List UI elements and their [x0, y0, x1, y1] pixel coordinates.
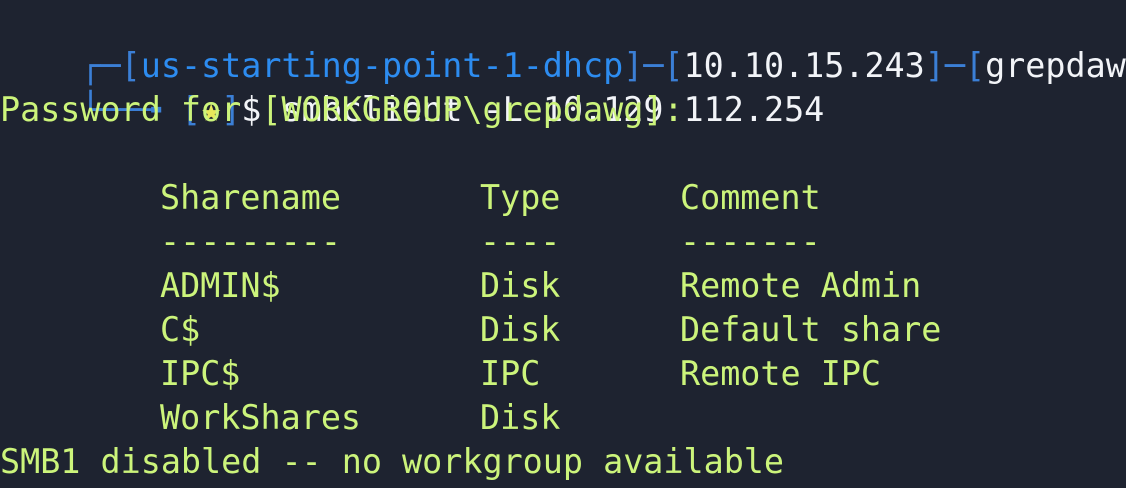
share-comment: Remote Admin	[680, 266, 922, 305]
prompt-line-2: └──╼ [★]$ smbclient -L 10.129.112.254	[0, 44, 824, 129]
share-name: IPC$	[160, 354, 241, 393]
share-type: Disk	[480, 310, 561, 349]
share-name: ADMIN$	[160, 266, 281, 305]
password-prompt: Password for [WORKGROUP\grepdawg]:	[0, 90, 684, 129]
share-name: C$	[160, 310, 201, 349]
terminal-window[interactable]: ┌─[us-starting-point-1-dhcp]─[10.10.15.2…	[0, 0, 1126, 488]
table-row: ADMIN$ Disk Remote Admin	[0, 264, 1126, 308]
share-table-rule: --------- ---- -------	[0, 220, 1126, 264]
column-header-comment: Comment	[680, 178, 821, 217]
prompt-line-1: ┌─[us-starting-point-1-dhcp]─[10.10.15.2…	[0, 0, 1126, 85]
table-row: WorkShares Disk	[0, 396, 1126, 440]
share-name: WorkShares	[160, 398, 362, 437]
prompt-user: grepdawg	[985, 46, 1126, 85]
table-row: IPC$ IPC Remote IPC	[0, 352, 1126, 396]
share-table-header: Sharename Type Comment	[0, 176, 1126, 220]
prompt-separator: ]─[	[924, 46, 986, 85]
share-type: Disk	[480, 398, 561, 437]
share-comment: Default share	[680, 310, 942, 349]
rule-sharename: ---------	[160, 222, 341, 261]
status-message: SMB1 disabled -- no workgroup available	[0, 442, 785, 481]
column-header-type: Type	[480, 178, 561, 217]
share-type: IPC	[480, 354, 541, 393]
share-type: Disk	[480, 266, 561, 305]
table-row: C$ Disk Default share	[0, 308, 1126, 352]
rule-type: ----	[480, 222, 561, 261]
rule-comment: -------	[680, 222, 821, 261]
column-header-sharename: Sharename	[160, 178, 341, 217]
share-comment: Remote IPC	[680, 354, 882, 393]
